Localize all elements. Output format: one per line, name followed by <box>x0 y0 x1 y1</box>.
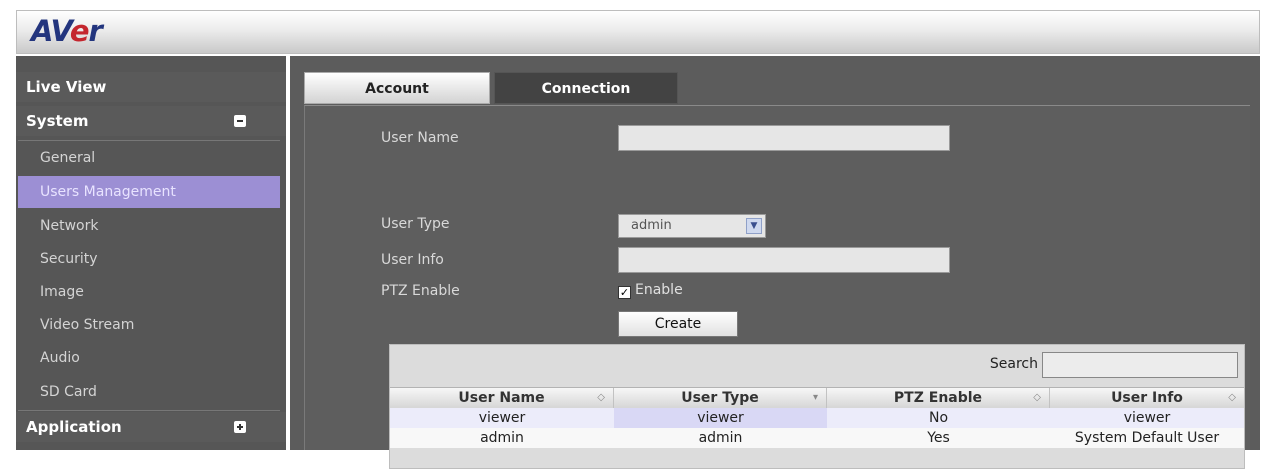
sidebar-item-network[interactable]: Network <box>18 210 280 242</box>
column-header-user-type[interactable]: User Type ▾ <box>614 388 827 408</box>
table-footer <box>390 449 1244 468</box>
sidebar-section-system[interactable]: System <box>16 106 286 136</box>
user-info-input[interactable] <box>618 247 950 273</box>
table-cell: viewer <box>1123 410 1171 426</box>
search-label: Search <box>989 356 1038 372</box>
column-header-user-name[interactable]: User Name ◇ <box>390 388 614 408</box>
collapse-icon[interactable] <box>234 115 246 127</box>
table-cell: admin <box>698 430 743 446</box>
search-input[interactable] <box>1042 352 1238 378</box>
main-panel: Account Connection User Name User Type a… <box>290 56 1260 469</box>
table-cell: No <box>928 410 949 426</box>
table-row[interactable]: viewer viewer No viewer <box>390 408 1244 428</box>
table-header: User Name ◇ User Type ▾ PTZ Enable ◇ Use… <box>390 387 1244 409</box>
tab-connection[interactable]: Connection <box>494 72 678 104</box>
column-header-label: User Type <box>681 390 759 406</box>
sidebar-item-image[interactable]: Image <box>18 276 280 308</box>
divider <box>18 410 280 411</box>
column-header-label: User Info <box>1111 390 1183 406</box>
user-type-label: User Type <box>381 216 450 232</box>
sort-icon: ◇ <box>1228 392 1236 403</box>
table-row[interactable]: admin admin Yes System Default User <box>390 428 1244 448</box>
sidebar-item-sd-card[interactable]: SD Card <box>18 376 280 408</box>
ptz-enable-checkbox[interactable]: ✓ <box>618 286 631 299</box>
sidebar-item-video-stream[interactable]: Video Stream <box>18 309 280 341</box>
column-header-label: User Name <box>458 390 545 406</box>
sidebar-item-live-view[interactable]: Live View <box>16 72 286 102</box>
sidebar-section-application[interactable]: Application <box>16 412 286 442</box>
table-cell: System Default User <box>1074 430 1220 446</box>
sidebar-item-general[interactable]: General <box>18 142 280 174</box>
create-button[interactable]: Create <box>618 311 738 337</box>
sort-icon: ◇ <box>597 392 605 403</box>
aver-logo: AVer <box>31 14 103 48</box>
column-header-label: PTZ Enable <box>893 390 983 406</box>
ptz-enable-checkbox-label: Enable <box>635 282 683 298</box>
expand-icon[interactable] <box>234 421 246 433</box>
sidebar-item-security[interactable]: Security <box>18 243 280 275</box>
ptz-enable-label: PTZ Enable <box>381 283 460 299</box>
table-cell: viewer <box>614 408 827 428</box>
user-type-select[interactable]: admin ▼ <box>618 214 766 238</box>
column-header-ptz-enable[interactable]: PTZ Enable ◇ <box>827 388 1050 408</box>
sort-icon: ▾ <box>812 392 818 403</box>
sidebar-item-label: Application <box>26 418 122 436</box>
table-cell: viewer <box>478 410 526 426</box>
sidebar: Live View System General Users Managemen… <box>16 56 286 450</box>
account-panel: User Name User Type admin ▼ User Info PT… <box>304 105 1250 469</box>
sidebar-item-label: System <box>26 112 89 130</box>
chevron-down-icon[interactable]: ▼ <box>746 218 762 234</box>
sidebar-item-audio[interactable]: Audio <box>18 342 280 374</box>
divider <box>18 140 280 141</box>
sidebar-item-label: Live View <box>26 78 107 96</box>
user-type-value: admin <box>631 218 672 233</box>
tab-account[interactable]: Account <box>304 72 490 104</box>
users-table: Search User Name ◇ User Type ▾ PTZ Enabl… <box>389 344 1245 469</box>
sort-icon: ◇ <box>1033 392 1041 403</box>
table-cell: Yes <box>927 430 950 446</box>
user-name-input[interactable] <box>618 125 950 151</box>
app-header: AVer <box>16 10 1260 54</box>
user-info-label: User Info <box>381 252 444 268</box>
sidebar-item-users-management[interactable]: Users Management <box>18 176 280 208</box>
column-header-user-info[interactable]: User Info ◇ <box>1050 388 1244 408</box>
user-name-label: User Name <box>381 130 459 146</box>
table-cell: admin <box>480 430 524 446</box>
